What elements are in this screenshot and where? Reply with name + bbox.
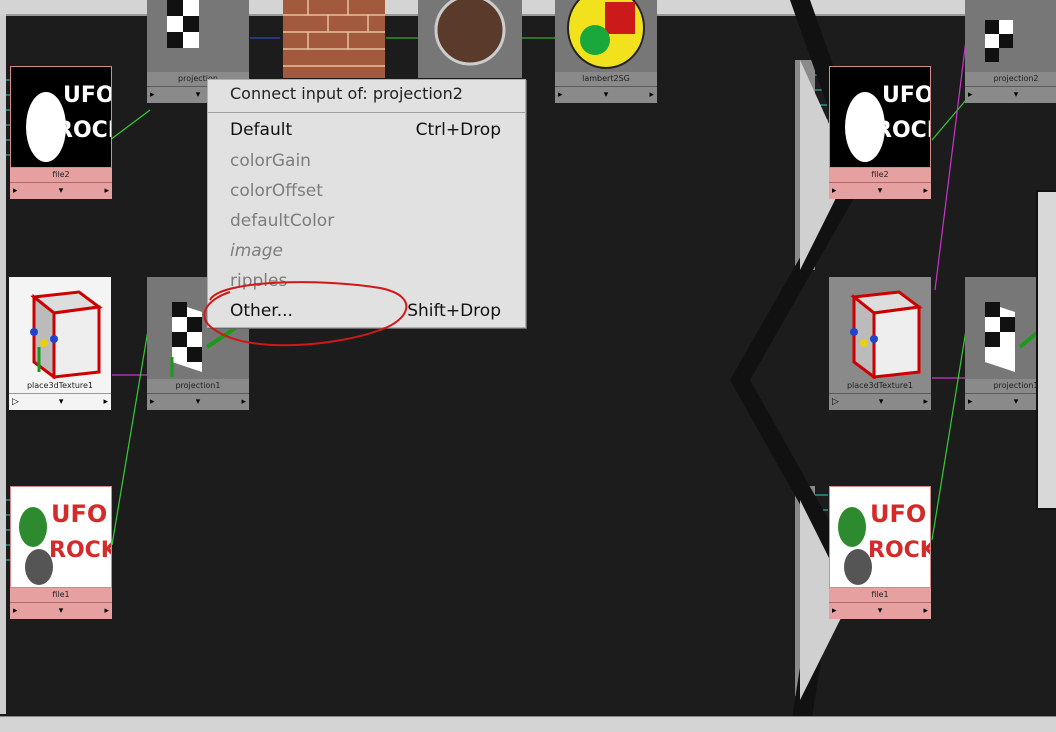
node-label: projection1 <box>147 379 249 393</box>
right-file2-node[interactable]: UFO ROCKS file2 ▸▾▸ <box>829 66 931 199</box>
sphere-node[interactable] <box>418 0 522 78</box>
ufo-rocks-thumbnail: UFO ROCKS <box>10 66 112 168</box>
cube-icon <box>850 290 923 379</box>
svg-text:UFO: UFO <box>51 500 107 528</box>
checker-thumbnail <box>965 0 1056 72</box>
checker-thumbnail <box>147 0 249 72</box>
menu-item-image[interactable]: image <box>230 241 283 261</box>
node-label: projection2 <box>965 72 1056 86</box>
cube-thumbnail <box>829 277 931 379</box>
menu-item-colorgain[interactable]: colorGain <box>230 151 311 171</box>
svg-text:UFO: UFO <box>63 83 111 108</box>
svg-text:UFO: UFO <box>882 83 930 108</box>
right-file1-node[interactable]: UFO ROCKS file1 ▸▾▸ <box>829 486 931 619</box>
menu-title: Connect input of: projection2 <box>230 84 463 103</box>
node-ports[interactable]: ▸▾▸ <box>10 602 112 619</box>
svg-text:ROCKS: ROCKS <box>56 118 111 143</box>
menu-accel-default: Ctrl+Drop <box>415 120 501 140</box>
menu-item-coloroffset[interactable]: colorOffset <box>230 181 323 201</box>
ufo-rocks-color-thumbnail: UFO ROCKS <box>829 486 931 588</box>
node-ports[interactable]: ▸▾▸ <box>10 182 112 199</box>
node-label: lambert2SG <box>555 72 657 86</box>
svg-text:UFO: UFO <box>870 500 926 528</box>
node-ports[interactable]: ▷ ▾ ▸ <box>9 393 111 410</box>
svg-text:ROCKS: ROCKS <box>875 118 930 143</box>
ufo-rocks-color-image: UFO ROCKS <box>19 500 111 585</box>
ufo-rocks-thumbnail: UFO ROCKS <box>829 66 931 168</box>
node-ports[interactable]: ▸▾▸ <box>147 393 249 410</box>
connection-file1-projection1 <box>111 329 149 546</box>
node-ports[interactable]: ▸▾▸ <box>829 602 931 619</box>
right-overlay-panel <box>1036 190 1056 510</box>
svg-text:ROCKS: ROCKS <box>868 538 930 563</box>
ufo-rocks-color-thumbnail: UFO ROCKS <box>10 486 112 588</box>
ufo-rocks-image: UFO ROCKS <box>845 83 930 162</box>
node-label: place3dTexture1 <box>9 379 111 393</box>
connection-file2-projection <box>109 109 151 141</box>
cube-icon <box>30 290 103 379</box>
ufo-rocks-color-image: UFO ROCKS <box>838 500 930 585</box>
node-ports[interactable]: ▸▾▸ <box>829 182 931 199</box>
brick-texture-node[interactable] <box>283 0 385 78</box>
node-ports[interactable]: ▸▾▸ <box>555 86 657 103</box>
checker-icon <box>985 20 1013 62</box>
brick-icon <box>283 0 385 67</box>
node-label: file1 <box>10 588 112 602</box>
file1-node[interactable]: UFO ROCKS file1 ▸▾▸ <box>10 486 112 619</box>
sphere-icon <box>434 0 506 66</box>
cube-thumbnail <box>9 277 111 379</box>
node-label: file1 <box>829 588 931 602</box>
menu-separator <box>208 112 525 113</box>
menu-item-ripples[interactable]: ripples <box>230 271 287 291</box>
lambert-node[interactable]: lambert2SG ▸ ▾ ▸ <box>555 0 657 103</box>
ufo-rocks-image: UFO ROCKS <box>26 83 111 162</box>
menu-item-other[interactable]: Other... <box>230 301 293 321</box>
connect-input-context-menu: Connect input of: projection2 Default Ct… <box>207 79 526 328</box>
node-label: file2 <box>829 168 931 182</box>
shader-ball-icon <box>567 0 645 69</box>
shader-thumbnail <box>555 0 657 72</box>
node-label: file2 <box>10 168 112 182</box>
node-ports[interactable]: ▸▾▸ <box>965 86 1056 103</box>
bottom-status-bar <box>0 716 1056 732</box>
place3dtexture-node[interactable]: place3dTexture1 ▷ ▾ ▸ <box>9 277 111 410</box>
node-ports[interactable]: ▷ ▾ ▸ <box>829 393 931 410</box>
right-place3dtexture-node[interactable]: place3dTexture1 ▷ ▾ ▸ <box>829 277 931 410</box>
menu-item-defaultcolor[interactable]: defaultColor <box>230 211 334 231</box>
svg-text:ROCKS: ROCKS <box>49 538 111 563</box>
menu-accel-other: Shift+Drop <box>407 301 501 321</box>
file2-node[interactable]: UFO ROCKS file2 ▸▾▸ <box>10 66 112 199</box>
menu-item-default[interactable]: Default <box>230 120 292 140</box>
right-projection2-node[interactable]: projection2 ▸▾▸ <box>965 0 1056 103</box>
checker-icon <box>167 0 199 48</box>
node-label: place3dTexture1 <box>829 379 931 393</box>
